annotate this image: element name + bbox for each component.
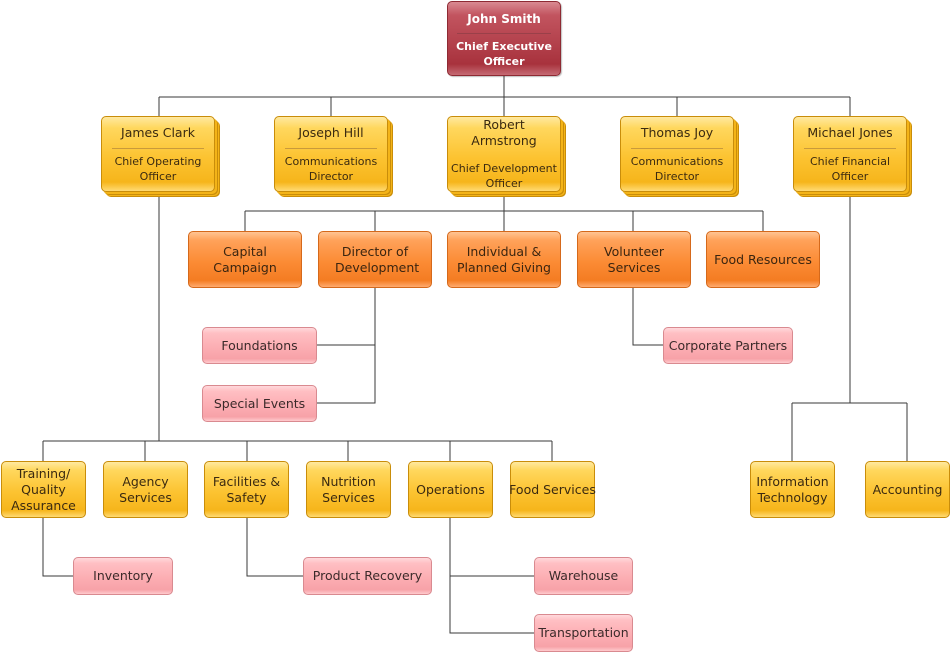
executive-node-robert-armstrong[interactable]: Robert Armstrong Chief Development Offic… (447, 116, 561, 192)
executive-title: Chief Financial Officer (809, 154, 890, 183)
leaf-label: Inventory (93, 568, 153, 583)
connector (632, 288, 663, 346)
unit-label: Agency Services (119, 473, 172, 505)
leaf-label: Special Events (213, 395, 306, 411)
unit-node-food-services[interactable]: Food Services (509, 461, 596, 518)
divider (285, 147, 377, 149)
unit-node-information-technology[interactable]: Information Technology (750, 461, 835, 518)
executive-title: Chief Development Officer (451, 162, 557, 190)
unit-label: Nutrition Services (321, 473, 376, 505)
leaf-node-inventory[interactable]: Inventory (73, 557, 173, 595)
executive-name: Joseph Hill (298, 124, 364, 140)
unit-node-training-quality-assurance[interactable]: Training/ Quality Assurance (1, 461, 86, 518)
connector-lines (42, 76, 908, 634)
connector (42, 518, 73, 577)
ceo-name: John Smith (467, 11, 541, 26)
department-label: Volunteer Services (604, 243, 664, 275)
leaf-node-foundations[interactable]: Foundations (202, 327, 317, 364)
unit-label: Training/ Quality Assurance (11, 465, 76, 513)
department-label: Director of Development (335, 243, 420, 275)
divider (804, 147, 896, 149)
unit-label: Accounting (872, 481, 943, 497)
executive-node-joseph-hill[interactable]: Joseph Hill Communications Director (274, 116, 388, 192)
department-label: Capital Campaign (213, 243, 277, 275)
executive-node-thomas-joy[interactable]: Thomas Joy Communications Director (620, 116, 734, 192)
department-label: Individual & Planned Giving (456, 243, 551, 275)
unit-node-nutrition-services[interactable]: Nutrition Services (306, 461, 391, 518)
unit-label: Facilities & Safety (212, 473, 281, 505)
executive-name: Robert Armstrong (471, 117, 537, 148)
divider (456, 32, 552, 34)
leaf-label: Transportation (538, 625, 629, 640)
leaf-label: Warehouse (548, 568, 619, 583)
leaf-label: Product Recovery (312, 568, 423, 583)
executive-title: Communications Director (284, 154, 378, 183)
ceo-node[interactable]: John Smith Chief Executive Officer (447, 1, 561, 76)
executive-name: James Clark (121, 124, 195, 140)
department-node-capital-campaign[interactable]: Capital Campaign (188, 231, 302, 288)
divider (631, 147, 723, 149)
divider (112, 147, 204, 149)
department-node-volunteer-services[interactable]: Volunteer Services (577, 231, 691, 288)
unit-node-operations[interactable]: Operations (408, 461, 493, 518)
executive-title: Chief Operating Officer (114, 154, 202, 183)
unit-label: Information Technology (756, 473, 829, 505)
unit-node-facilities-safety[interactable]: Facilities & Safety (204, 461, 289, 518)
executive-node-james-clark[interactable]: James Clark Chief Operating Officer (101, 116, 215, 192)
executive-name: Thomas Joy (640, 124, 714, 140)
connector (246, 518, 303, 577)
unit-label: Operations (416, 481, 485, 497)
unit-node-agency-services[interactable]: Agency Services (103, 461, 188, 518)
department-node-director-of-development[interactable]: Director of Development (318, 231, 432, 288)
executive-title: Communications Director (630, 154, 724, 183)
unit-node-accounting[interactable]: Accounting (865, 461, 950, 518)
department-label: Food Resources (714, 251, 812, 267)
leaf-node-warehouse[interactable]: Warehouse (534, 557, 633, 595)
ceo-title: Chief Executive Officer (456, 39, 552, 68)
department-node-individual-planned-giving[interactable]: Individual & Planned Giving (447, 231, 561, 288)
leaf-node-transportation[interactable]: Transportation (534, 614, 633, 652)
leaf-node-corporate-partners[interactable]: Corporate Partners (663, 327, 793, 364)
leaf-node-product-recovery[interactable]: Product Recovery (303, 557, 432, 595)
leaf-node-special-events[interactable]: Special Events (202, 385, 317, 422)
executive-name: Michael Jones (807, 124, 893, 140)
leaf-label: Corporate Partners (668, 337, 788, 353)
executive-node-michael-jones[interactable]: Michael Jones Chief Financial Officer (793, 116, 907, 192)
department-node-food-resources[interactable]: Food Resources (706, 231, 820, 288)
leaf-label: Foundations (221, 337, 298, 353)
unit-label: Food Services (509, 481, 596, 497)
